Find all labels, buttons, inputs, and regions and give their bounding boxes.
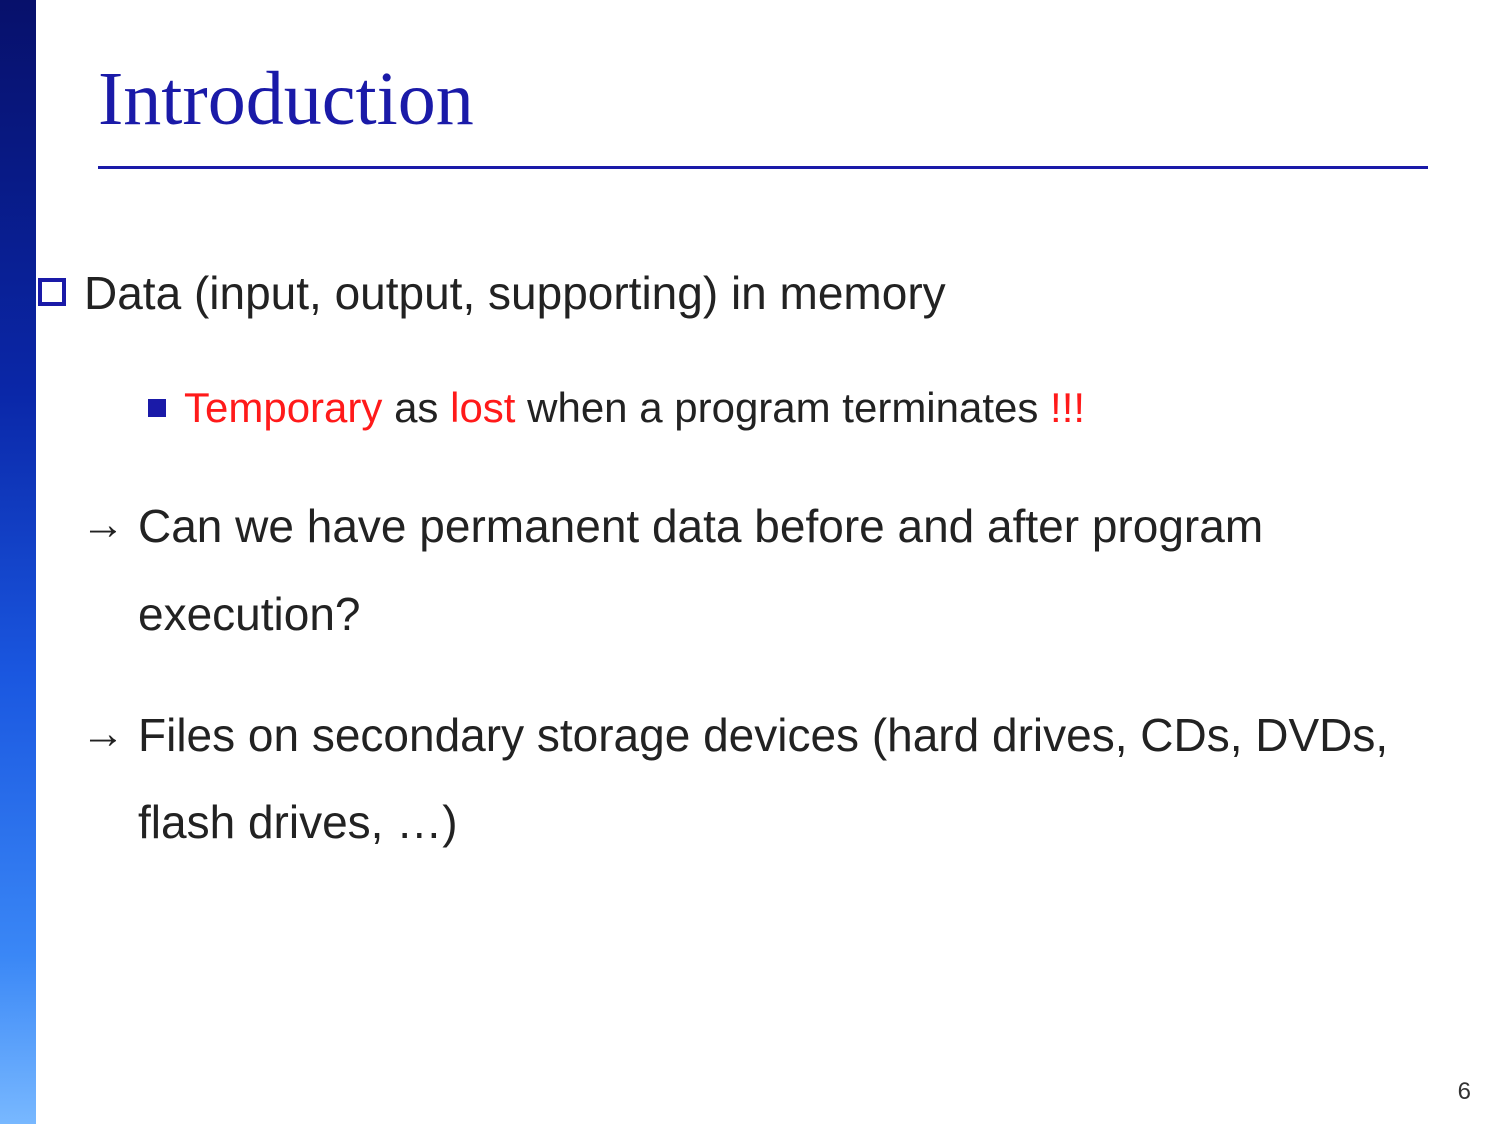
bullet-text: Can we have permanent data before and af… [138,483,1458,658]
slide: Introduction Data (input, output, suppor… [0,0,1499,1124]
bullet-level2: Temporary as lost when a program termina… [38,367,1458,449]
bullet-text: Temporary as lost when a program termina… [184,367,1458,449]
bullet-level1-arrow: → Can we have permanent data before and … [38,483,1458,658]
bullet-level1-arrow: → Files on secondary storage devices (ha… [38,692,1458,867]
slide-title: Introduction [98,56,474,143]
square-solid-icon [148,399,166,417]
text-fragment: as [382,384,450,431]
highlight-red: Temporary [184,384,382,431]
title-underline [98,166,1428,169]
slide-content: Data (input, output, supporting) in memo… [38,250,1458,867]
bullet-level1: Data (input, output, supporting) in memo… [38,250,1458,337]
bullet-text: Files on secondary storage devices (hard… [138,692,1458,867]
side-accent-bar [0,0,36,1124]
square-outline-icon [38,278,66,306]
highlight-red: !!! [1050,384,1085,431]
arrow-right-icon: → [86,692,120,776]
bullet-text: Data (input, output, supporting) in memo… [84,250,1458,337]
page-number: 6 [1458,1078,1471,1106]
highlight-red: lost [450,384,515,431]
arrow-right-icon: → [86,483,120,567]
text-fragment: when a program terminates [515,384,1050,431]
